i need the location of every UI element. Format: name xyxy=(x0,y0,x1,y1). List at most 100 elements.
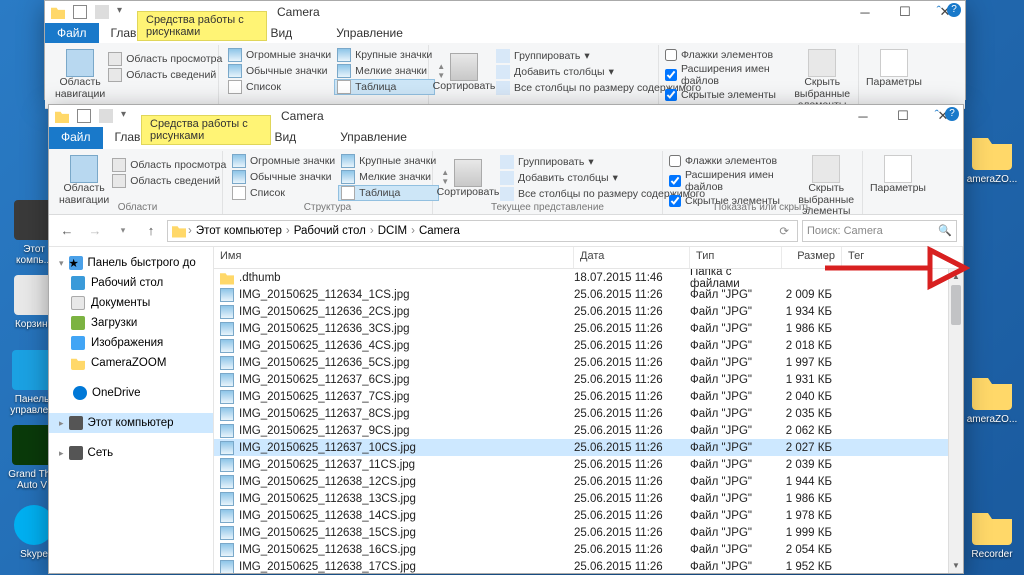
item-checkboxes[interactable]: Флажки элементов xyxy=(669,154,796,168)
scroll-down-icon[interactable]: ▼ xyxy=(949,558,963,573)
minimize-button[interactable]: ─ xyxy=(843,105,883,127)
details-pane-button[interactable]: Область сведений xyxy=(109,173,229,189)
nav-item[interactable]: Рабочий стол xyxy=(49,273,213,293)
layout-table[interactable]: Таблица xyxy=(338,185,439,201)
tab-manage[interactable]: Управление xyxy=(328,127,419,149)
options-button[interactable]: Параметры xyxy=(869,153,927,195)
table-row[interactable]: IMG_20150625_112638_16CS.jpg25.06.2015 1… xyxy=(214,541,963,558)
minimize-button[interactable]: ─ xyxy=(845,1,885,23)
help-icon[interactable]: ? xyxy=(947,3,961,17)
history-button[interactable]: ▾ xyxy=(111,219,135,243)
layout-normal[interactable]: Обычные значки xyxy=(225,63,334,79)
scrollbar[interactable]: ▲ ▼ xyxy=(948,269,963,573)
layout-huge[interactable]: Огромные значки xyxy=(225,47,334,63)
col-size[interactable]: Размер xyxy=(782,247,842,268)
table-row[interactable]: IMG_20150625_112638_12CS.jpg25.06.2015 1… xyxy=(214,473,963,490)
tab-manage[interactable]: Управление xyxy=(324,23,415,43)
refresh-icon[interactable]: ⟳ xyxy=(775,224,793,238)
table-row[interactable]: IMG_20150625_112634_1CS.jpg25.06.2015 11… xyxy=(214,286,963,303)
breadcrumb-item[interactable]: Camera xyxy=(417,225,462,237)
back-button[interactable]: ← xyxy=(55,219,79,243)
item-checkboxes[interactable]: Флажки элементов xyxy=(665,48,792,62)
nav-quick-access[interactable]: ▾★Панель быстрого до xyxy=(49,253,213,273)
breadcrumb-item[interactable]: Этот компьютер xyxy=(194,225,284,237)
nav-network[interactable]: ▸Сеть xyxy=(49,443,213,463)
qat-item[interactable] xyxy=(73,5,87,19)
table-row[interactable]: IMG_20150625_112637_10CS.jpg25.06.2015 1… xyxy=(214,439,963,456)
hide-selected-button[interactable]: Скрыть выбранные элементы xyxy=(792,47,852,112)
sort-button[interactable]: Сортировать xyxy=(439,153,497,202)
table-row[interactable]: IMG_20150625_112637_7CS.jpg25.06.2015 11… xyxy=(214,388,963,405)
details-pane-button[interactable]: Область сведений xyxy=(105,67,225,83)
table-row[interactable]: IMG_20150625_112636_2CS.jpg25.06.2015 11… xyxy=(214,303,963,320)
qat-item[interactable] xyxy=(95,5,109,19)
table-row[interactable]: IMG_20150625_112638_17CS.jpg25.06.2015 1… xyxy=(214,558,963,573)
nav-item[interactable]: CameraZOOM xyxy=(49,353,213,373)
desktop-icon-cam1[interactable]: ameraZO... xyxy=(962,174,1022,185)
search-icon[interactable]: 🔍 xyxy=(938,224,952,237)
collapse-ribbon-icon[interactable]: ˆ xyxy=(937,3,941,18)
qat-item[interactable] xyxy=(77,109,91,123)
column-headers[interactable]: Имя Дата Тип Размер Тег xyxy=(214,247,963,269)
layout-list[interactable]: Список xyxy=(225,79,334,95)
col-tags[interactable]: Тег xyxy=(842,247,963,268)
preview-pane-button[interactable]: Область просмотра xyxy=(105,51,225,67)
nav-item[interactable]: Загрузки xyxy=(49,313,213,333)
layout-huge[interactable]: Огромные значки xyxy=(229,153,338,169)
table-row[interactable]: .dthumb18.07.2015 11:46Папка с файлами xyxy=(214,269,963,286)
layout-list[interactable]: Список xyxy=(229,185,338,201)
search-input[interactable]: Поиск: Camera 🔍 xyxy=(802,220,957,242)
col-date[interactable]: Дата xyxy=(574,247,690,268)
tab-file[interactable]: Файл xyxy=(45,23,99,43)
breadcrumb[interactable]: › Этот компьютер› Рабочий стол› DCIM› Ca… xyxy=(167,220,798,242)
nav-onedrive[interactable]: OneDrive xyxy=(49,383,213,403)
maximize-button[interactable]: ☐ xyxy=(883,105,923,127)
table-row[interactable]: IMG_20150625_112638_14CS.jpg25.06.2015 1… xyxy=(214,507,963,524)
nav-item[interactable]: Документы xyxy=(49,293,213,313)
options-button[interactable]: Параметры xyxy=(865,47,923,89)
file-name: IMG_20150625_112636_3CS.jpg xyxy=(239,323,410,335)
file-date: 25.06.2015 11:26 xyxy=(574,476,690,488)
table-row[interactable]: IMG_20150625_112638_15CS.jpg25.06.2015 1… xyxy=(214,524,963,541)
layout-large[interactable]: Крупные значки xyxy=(338,153,439,169)
preview-pane-button[interactable]: Область просмотра xyxy=(109,157,229,173)
nav-item[interactable]: Изображения xyxy=(49,333,213,353)
forward-button[interactable]: → xyxy=(83,219,107,243)
breadcrumb-item[interactable]: DCIM xyxy=(376,225,409,237)
layout-table[interactable]: Таблица xyxy=(334,79,435,95)
col-type[interactable]: Тип xyxy=(690,247,782,268)
file-extensions[interactable]: Расширения имен файлов xyxy=(665,62,792,88)
file-extensions[interactable]: Расширения имен файлов xyxy=(669,168,796,194)
desktop-icon-cam2[interactable]: ameraZO... xyxy=(962,414,1022,425)
help-icon[interactable]: ? xyxy=(945,107,959,121)
hidden-items[interactable]: Скрытые элементы xyxy=(665,88,792,102)
table-row[interactable]: IMG_20150625_112637_11CS.jpg25.06.2015 1… xyxy=(214,456,963,473)
table-row[interactable]: IMG_20150625_112637_8CS.jpg25.06.2015 11… xyxy=(214,405,963,422)
up-button[interactable]: ↑ xyxy=(139,219,163,243)
table-row[interactable]: IMG_20150625_112636_3CS.jpg25.06.2015 11… xyxy=(214,320,963,337)
table-row[interactable]: IMG_20150625_112637_9CS.jpg25.06.2015 11… xyxy=(214,422,963,439)
layout-normal[interactable]: Обычные значки xyxy=(229,169,338,185)
table-row[interactable]: IMG_20150625_112636_4CS.jpg25.06.2015 11… xyxy=(214,337,963,354)
scroll-thumb[interactable] xyxy=(951,285,961,325)
table-row[interactable]: IMG_20150625_112636_5CS.jpg25.06.2015 11… xyxy=(214,354,963,371)
maximize-button[interactable]: ☐ xyxy=(885,1,925,23)
desktop-icon-rec[interactable]: Recorder xyxy=(962,549,1022,560)
file-size: 2 040 КБ xyxy=(782,391,842,403)
nav-this-pc[interactable]: ▸Этот компьютер xyxy=(49,413,213,433)
table-row[interactable]: IMG_20150625_112638_13CS.jpg25.06.2015 1… xyxy=(214,490,963,507)
breadcrumb-item[interactable]: Рабочий стол xyxy=(292,225,368,237)
table-row[interactable]: IMG_20150625_112637_6CS.jpg25.06.2015 11… xyxy=(214,371,963,388)
layout-small[interactable]: Мелкие значки xyxy=(338,169,439,185)
file-size: 1 997 КБ xyxy=(782,357,842,369)
col-name[interactable]: Имя xyxy=(214,247,574,268)
layout-large[interactable]: Крупные значки xyxy=(334,47,435,63)
nav-pane-button[interactable]: Область навигации xyxy=(55,47,105,100)
layout-small[interactable]: Мелкие значки xyxy=(334,63,435,79)
collapse-ribbon-icon[interactable]: ˆ xyxy=(935,107,939,122)
scroll-up-icon[interactable]: ▲ xyxy=(949,269,963,284)
tab-file[interactable]: Файл xyxy=(49,127,103,149)
nav-pane-button[interactable]: Область навигации xyxy=(59,153,109,206)
qat-item[interactable] xyxy=(99,109,113,123)
sort-button[interactable]: Сортировать xyxy=(435,47,493,96)
